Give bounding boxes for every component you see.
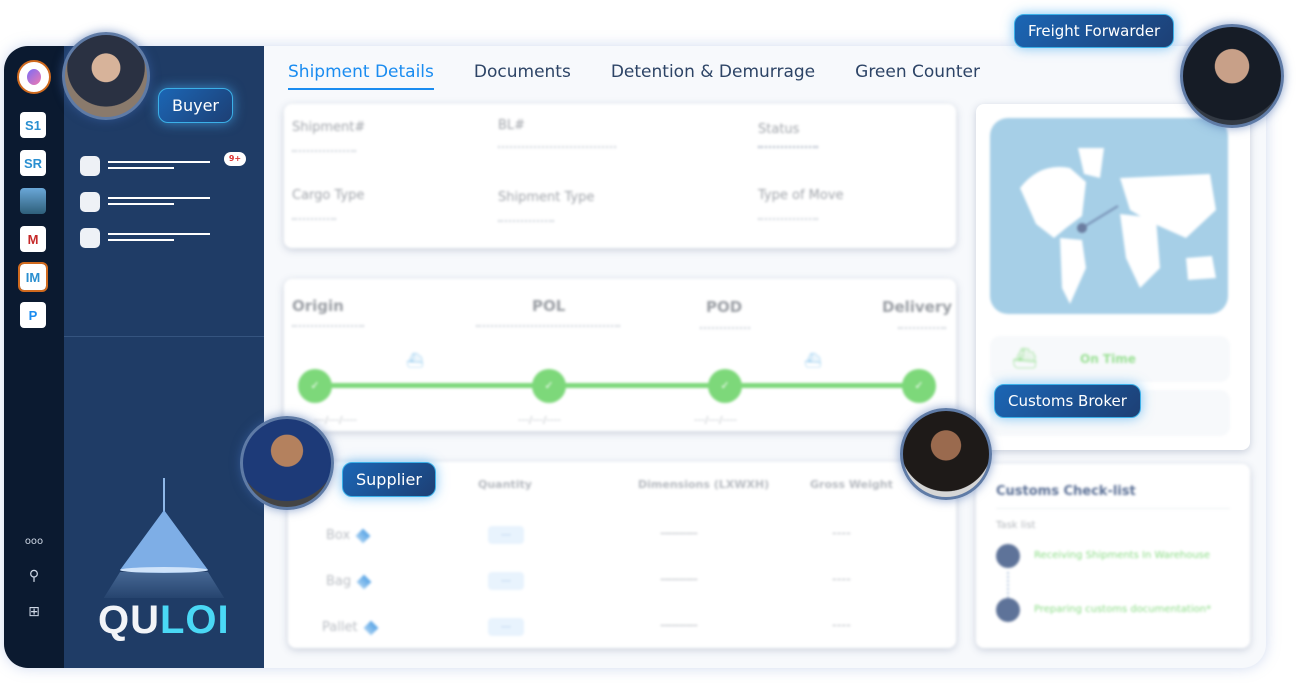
checkbox[interactable] bbox=[80, 228, 100, 248]
list-item[interactable] bbox=[80, 156, 220, 176]
m-app-icon[interactable]: M bbox=[20, 226, 46, 252]
field-value bbox=[498, 146, 616, 148]
tab-detention-demurrage[interactable]: Detention & Demurrage bbox=[611, 62, 815, 90]
stage-label: POD bbox=[706, 298, 743, 316]
more-icon[interactable]: ooo bbox=[4, 536, 64, 547]
stage-date: ---/---/---- bbox=[314, 415, 357, 426]
tab-bar: Shipment Details Documents Detention & D… bbox=[288, 62, 980, 90]
shipment-details-card: Shipment# BL# Status Cargo Type Shipment… bbox=[284, 104, 956, 248]
supplier-avatar bbox=[240, 416, 334, 510]
field-value bbox=[292, 150, 356, 152]
divider bbox=[64, 336, 264, 337]
list-item[interactable] bbox=[80, 228, 220, 248]
search-icon[interactable]: ⚲ bbox=[4, 568, 64, 584]
field-label: Type of Move bbox=[758, 188, 844, 203]
weight-value: ---- bbox=[832, 526, 851, 541]
dimensions-value: ---------- bbox=[660, 618, 698, 633]
im-app-icon[interactable]: IM bbox=[18, 262, 48, 292]
stage-label: POL bbox=[532, 297, 566, 315]
buyer-avatar bbox=[62, 32, 150, 120]
sr-app-icon[interactable]: SR bbox=[20, 150, 46, 176]
quantity-field[interactable]: --- bbox=[488, 526, 524, 544]
freight-forwarder-role-badge: Freight Forwarder bbox=[1014, 14, 1175, 48]
stage-label: Origin bbox=[292, 297, 344, 315]
field-label: Cargo Type bbox=[292, 188, 365, 203]
column-header: Gross Weight bbox=[810, 478, 893, 491]
field-value bbox=[292, 218, 336, 220]
cargo-type: Pallet bbox=[322, 620, 378, 635]
customs-broker-avatar bbox=[900, 408, 992, 500]
quantity-field[interactable]: --- bbox=[488, 618, 524, 636]
tab-shipment-details[interactable]: Shipment Details bbox=[288, 62, 434, 90]
bag-icon bbox=[356, 574, 372, 589]
buyer-role-badge: Buyer bbox=[158, 88, 234, 123]
ship-icon: ⛴ bbox=[406, 353, 424, 369]
field-value bbox=[498, 220, 554, 222]
stage-value bbox=[700, 327, 750, 329]
workspace-logo-icon[interactable] bbox=[17, 60, 51, 94]
stage-date: ---/---/---- bbox=[694, 415, 737, 426]
checklist-subtitle: Task list bbox=[996, 520, 1036, 531]
stage-date: ---/---/---- bbox=[518, 415, 561, 426]
stage-check-icon: ✓ bbox=[708, 369, 742, 403]
list-item[interactable] bbox=[80, 192, 220, 212]
cargo-type: Box bbox=[326, 528, 371, 543]
s1-app-icon[interactable]: S1 bbox=[20, 112, 46, 138]
checkbox[interactable] bbox=[80, 156, 100, 176]
column-header: Quantity bbox=[478, 478, 532, 491]
ship-icon: ⛴ bbox=[804, 353, 822, 369]
task-check-icon[interactable] bbox=[996, 544, 1020, 568]
status-on-time: On Time bbox=[1080, 352, 1136, 366]
port-photo-app-icon[interactable] bbox=[20, 188, 46, 214]
freight-forwarder-avatar bbox=[1180, 24, 1284, 128]
lamp-illustration bbox=[104, 478, 225, 598]
field-value bbox=[758, 218, 818, 220]
weight-value: ---- bbox=[832, 618, 851, 633]
app-window: S1 SR M IM P ooo ⚲ ⊞ 9+ QULOI Shipment D… bbox=[4, 46, 1266, 668]
dimensions-value: ---------- bbox=[660, 572, 698, 587]
customs-broker-role-badge: Customs Broker bbox=[994, 384, 1141, 418]
checklist-title: Customs Check-list bbox=[996, 484, 1136, 499]
map-graphic bbox=[1020, 148, 1216, 304]
field-label: BL# bbox=[498, 118, 526, 133]
checkbox[interactable] bbox=[80, 192, 100, 212]
customs-checklist-card: Customs Check-list Task list Receiving S… bbox=[976, 464, 1250, 648]
quantity-field[interactable]: --- bbox=[488, 572, 524, 590]
stage-check-icon: ✓ bbox=[532, 369, 566, 403]
stage-check-icon: ✓ bbox=[298, 369, 332, 403]
dimensions-value: ---------- bbox=[660, 526, 698, 541]
task-item[interactable]: Receiving Shipments In Warehouse bbox=[1034, 550, 1210, 561]
box-icon bbox=[355, 528, 371, 543]
quloi-logo: QULOI bbox=[98, 598, 230, 642]
column-header: Dimensions (LXWXH) bbox=[638, 478, 770, 491]
stage-value bbox=[292, 325, 364, 327]
route-card: Origin POL POD Delivery ⛴ ⛴ ✓ ✓ ✓ ✓ ---/… bbox=[284, 279, 956, 431]
p-app-icon[interactable]: P bbox=[20, 302, 46, 328]
weight-value: ---- bbox=[832, 572, 851, 587]
pallet-icon bbox=[363, 620, 378, 635]
field-label: Shipment# bbox=[292, 120, 366, 135]
field-label: Shipment Type bbox=[498, 190, 595, 205]
world-map[interactable] bbox=[990, 118, 1228, 314]
stage-label: Delivery bbox=[882, 298, 953, 316]
notification-badge: 9+ bbox=[224, 152, 246, 166]
route-progress-line bbox=[312, 383, 928, 388]
task-check-icon[interactable] bbox=[996, 598, 1020, 622]
status-row: ⛴ On Time bbox=[990, 336, 1230, 382]
tab-documents[interactable]: Documents bbox=[474, 62, 571, 90]
cargo-type: Bag bbox=[326, 574, 372, 589]
ship-icon: ⛴ bbox=[1012, 346, 1038, 370]
add-icon[interactable]: ⊞ bbox=[4, 604, 64, 620]
field-value bbox=[758, 146, 818, 148]
supplier-role-badge: Supplier bbox=[342, 462, 436, 497]
task-item[interactable]: Preparing customs documentation* bbox=[1034, 604, 1211, 615]
field-label: Status bbox=[758, 122, 800, 137]
stage-check-icon: ✓ bbox=[902, 369, 936, 403]
stage-value bbox=[476, 325, 620, 327]
app-rail: S1 SR M IM P ooo ⚲ ⊞ bbox=[4, 46, 64, 668]
tab-green-counter[interactable]: Green Counter bbox=[855, 62, 980, 90]
stage-value bbox=[898, 327, 946, 329]
side-panel: 9+ QULOI bbox=[64, 46, 264, 668]
